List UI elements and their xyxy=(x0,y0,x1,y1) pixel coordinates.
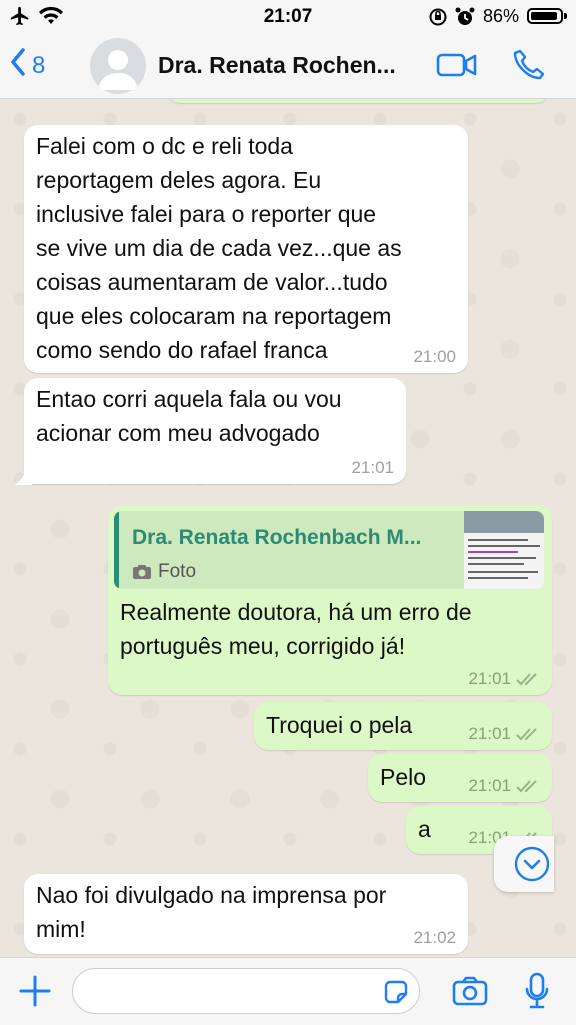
message-line: Entao corri aquela fala ou vou xyxy=(36,386,342,412)
scroll-to-bottom-button[interactable] xyxy=(494,836,554,892)
avatar-placeholder-icon xyxy=(98,50,138,90)
back-button[interactable]: 8 xyxy=(10,48,45,83)
reply-type: Foto xyxy=(132,555,196,589)
message-line: português meu, corrigido já! xyxy=(120,633,406,659)
message-time: 21:02 xyxy=(413,928,456,948)
timestamp: 21:01 xyxy=(468,669,511,688)
timestamp: 21:01 xyxy=(468,776,511,795)
message-bubble-outgoing[interactable]: Pelo 21:01 xyxy=(368,754,552,802)
chevron-left-icon xyxy=(10,48,26,83)
compose-bar xyxy=(0,957,576,1025)
message-time: 21:01 xyxy=(468,724,540,744)
message-bubble-incoming[interactable]: Nao foi divulgado na imprensa por mim! 2… xyxy=(24,874,468,954)
message-line: coisas aumentaram de valor...tudo xyxy=(36,269,388,295)
message-bubble-incoming[interactable]: Entao corri aquela fala ou vou acionar c… xyxy=(24,378,406,484)
timestamp: 21:01 xyxy=(351,458,394,477)
message-bubble-incoming[interactable]: Falei com o dc e reli toda reportagem de… xyxy=(24,125,468,373)
reply-sender: Dra. Renata Rochenbach M... xyxy=(132,526,422,549)
sticker-icon[interactable] xyxy=(382,978,410,1011)
alarm-icon xyxy=(454,6,476,33)
phone-icon[interactable] xyxy=(512,48,546,87)
chevron-down-icon xyxy=(514,846,550,882)
message-time: 21:01 xyxy=(468,669,540,689)
avatar[interactable] xyxy=(90,38,146,94)
contact-name[interactable]: Dra. Renata Rochen... xyxy=(158,52,396,79)
microphone-icon[interactable] xyxy=(524,972,550,1015)
message-bubble-outgoing[interactable]: Dra. Renata Rochenbach M... Foto Realmen… xyxy=(108,505,552,695)
chat-header: 8 Dra. Renata Rochen... xyxy=(0,34,576,99)
message-line: se vive um dia de cada vez...que as xyxy=(36,235,402,261)
status-bar: 21:07 86% xyxy=(0,0,576,34)
timestamp: 21:01 xyxy=(468,724,511,743)
timestamp: 21:02 xyxy=(413,928,456,947)
message-line: inclusive falei para o reporter que xyxy=(36,201,377,227)
message-list[interactable]: Falei com o dc e reli toda reportagem de… xyxy=(0,99,576,957)
photo-camera-icon xyxy=(133,565,151,579)
bubble-tail xyxy=(14,465,32,485)
quoted-reply[interactable]: Dra. Renata Rochenbach M... Foto xyxy=(114,511,544,589)
message-line: Realmente doutora, há um erro de xyxy=(120,599,472,625)
plus-icon[interactable] xyxy=(18,974,52,1013)
message-line: Falei com o dc e reli toda xyxy=(36,133,293,159)
message-line: reportagem deles agora. Eu xyxy=(36,167,322,193)
message-time: 21:00 xyxy=(413,347,456,367)
message-line: acionar com meu advogado xyxy=(36,420,320,446)
message-line: como sendo do rafael franca xyxy=(36,337,328,363)
message-line: mim! xyxy=(36,916,86,942)
message-bubble-outgoing[interactable]: Troquei o pela 21:01 xyxy=(254,702,552,750)
message-input[interactable] xyxy=(72,968,420,1014)
message-line: que eles colocaram na reportagem xyxy=(36,303,392,329)
double-check-icon xyxy=(516,780,537,793)
double-check-icon xyxy=(516,728,537,741)
double-check-icon xyxy=(516,673,537,686)
timestamp: 21:00 xyxy=(413,347,456,366)
video-camera-icon[interactable] xyxy=(436,50,478,85)
reply-thumbnail xyxy=(464,511,544,589)
message-time: 21:01 xyxy=(468,776,540,796)
reply-type-label: Foto xyxy=(158,561,197,582)
unread-count: 8 xyxy=(32,51,46,79)
camera-icon[interactable] xyxy=(452,976,488,1011)
battery-percent: 86% xyxy=(483,6,520,26)
message-time: 21:01 xyxy=(351,458,394,478)
message-line: Nao foi divulgado na imprensa por xyxy=(36,882,387,908)
battery-icon xyxy=(527,8,567,24)
reply-accent-bar xyxy=(114,511,119,589)
rotation-lock-icon xyxy=(428,7,448,32)
message-bubble-partial xyxy=(166,99,550,103)
